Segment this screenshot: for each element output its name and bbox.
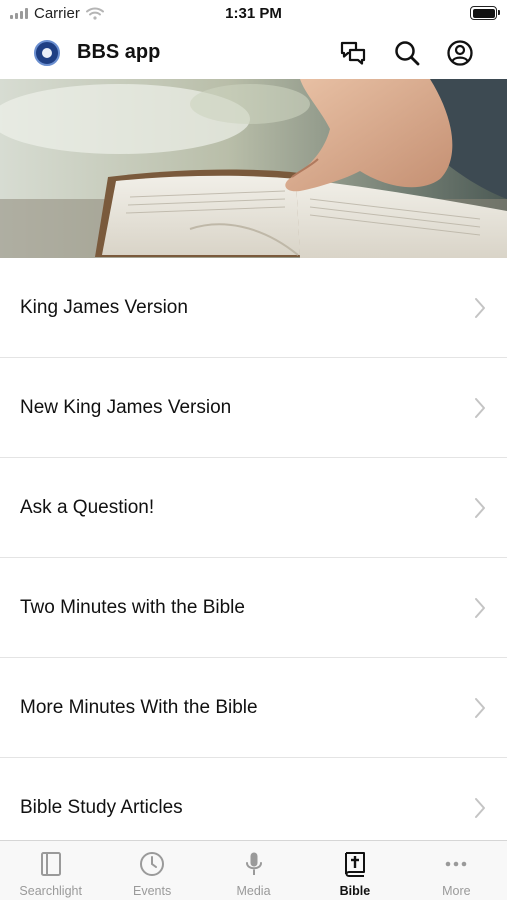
book-sidebar-icon (40, 852, 61, 876)
status-time: 1:31 PM (225, 5, 282, 22)
app-header: BBS app (0, 28, 507, 78)
app-title: BBS app (77, 41, 161, 63)
chat-bubbles-icon[interactable] (339, 39, 367, 67)
list-item-new-king-james-version[interactable]: New King James Version (0, 358, 507, 458)
chevron-right-icon (475, 497, 485, 518)
list-item-two-minutes-with-the-bible[interactable]: Two Minutes with the Bible (0, 558, 507, 658)
tab-label: Events (133, 884, 172, 898)
tab-bible[interactable]: Bible (304, 841, 405, 900)
search-icon[interactable] (393, 39, 421, 67)
tab-more[interactable]: More (406, 841, 507, 900)
tab-searchlight[interactable]: Searchlight (0, 841, 101, 900)
tab-events[interactable]: Events (101, 841, 202, 900)
list-item-label: More Minutes With the Bible (20, 696, 258, 718)
list-item-label: Two Minutes with the Bible (20, 596, 245, 618)
tab-label: More (442, 884, 471, 898)
account-icon[interactable] (446, 39, 474, 67)
list-item-label: New King James Version (20, 396, 232, 418)
chevron-right-icon (475, 397, 485, 418)
tab-label: Bible (339, 884, 371, 898)
list-item-king-james-version[interactable]: King James Version (0, 258, 507, 358)
chevron-right-icon (475, 597, 485, 618)
list-item-more-minutes-with-the-bible[interactable]: More Minutes With the Bible (0, 658, 507, 758)
battery-icon (470, 6, 500, 20)
tab-label: Media (236, 884, 271, 898)
bible-cross-icon (344, 852, 365, 877)
tab-bar: Searchlight Events Media Bible More (0, 840, 507, 900)
chevron-right-icon (475, 797, 485, 818)
microphone-icon (245, 852, 262, 875)
chevron-right-icon (475, 297, 485, 318)
clock-icon (140, 852, 165, 876)
hero-image (0, 79, 507, 258)
hand-on-open-bible-photo (0, 79, 507, 258)
tab-media[interactable]: Media (203, 841, 304, 900)
tab-label: Searchlight (19, 884, 82, 898)
chevron-right-icon (475, 697, 485, 718)
list-item-label: Bible Study Articles (20, 796, 183, 818)
more-dots-icon (446, 861, 467, 867)
list-item-label: King James Version (20, 296, 188, 318)
list-item-label: Ask a Question! (20, 496, 155, 518)
list-item-ask-a-question[interactable]: Ask a Question! (0, 458, 507, 558)
bible-menu-list: King James Version New King James Versio… (0, 258, 507, 858)
status-bar: Carrier 1:31 PM (0, 0, 507, 28)
app-logo (34, 40, 60, 66)
